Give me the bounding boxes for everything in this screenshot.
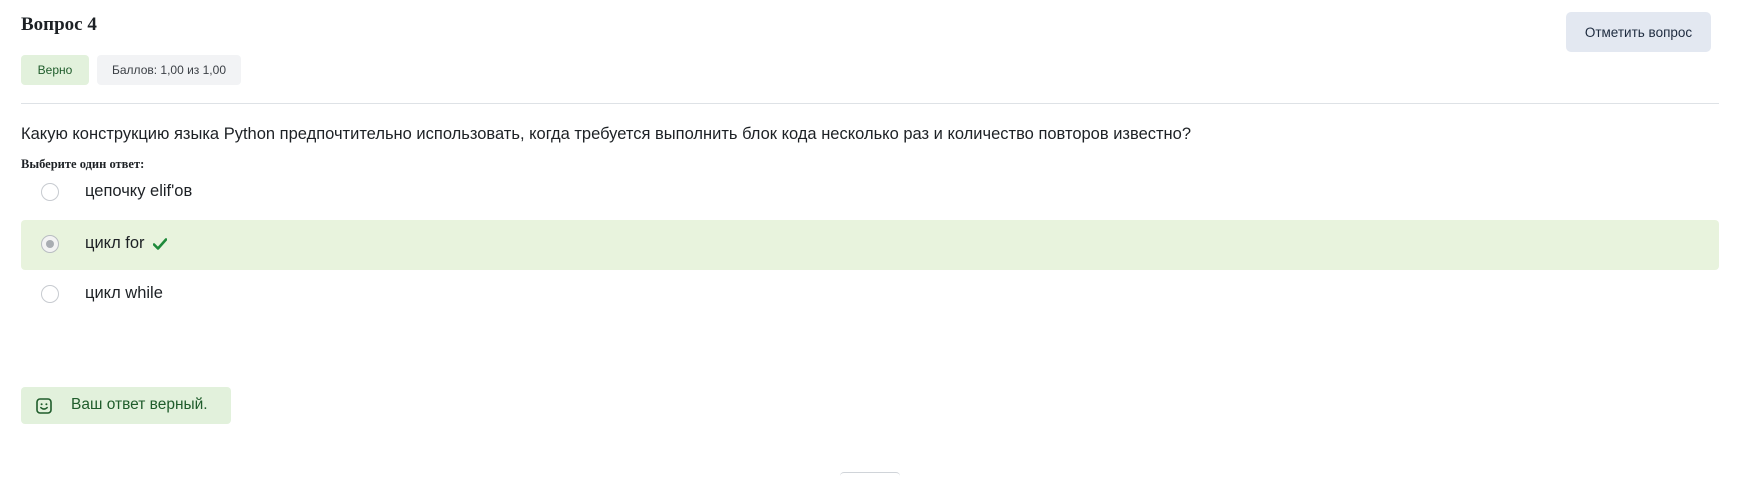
feedback-box: Ваш ответ верный. [21,387,231,424]
answer-option-label: цепочку elif'ов [85,182,193,200]
header-divider [21,103,1719,104]
answer-option-selected[interactable]: цикл for [21,220,1719,270]
smile-icon [36,398,52,414]
radio-button[interactable] [41,183,59,201]
question-text: Какую конструкцию языка Python предпочти… [21,125,1192,143]
answer-option-label: цикл while [85,284,163,302]
answer-option-label: цикл for [85,234,145,252]
radio-button[interactable] [41,285,59,303]
flag-question-button[interactable]: Отметить вопрос [1566,12,1711,52]
radio-button-checked[interactable] [41,235,59,253]
answer-option[interactable]: цепочку elif'ов [21,168,1719,218]
correct-status-badge: Верно [21,55,89,85]
feedback-text: Ваш ответ верный. [71,396,208,413]
question-title: Вопрос 4 [21,14,97,35]
score-badge: Баллов: 1,00 из 1,00 [97,55,241,85]
answer-option[interactable]: цикл while [21,270,1719,320]
check-icon [152,237,167,250]
